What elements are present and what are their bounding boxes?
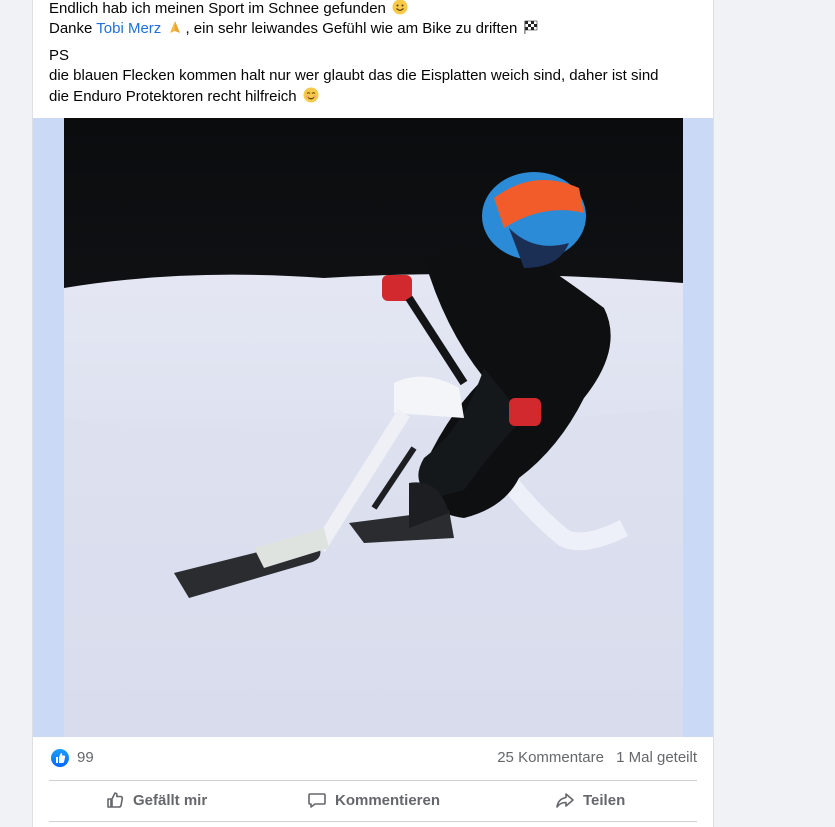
folded-hands-icon: [170, 21, 181, 33]
like-reaction-icon[interactable]: [51, 749, 69, 767]
post-card: Endlich hab ich meinen Sport im Schnee g…: [32, 0, 714, 827]
comment-button-label: Kommentieren: [335, 791, 441, 809]
post-photo[interactable]: [64, 118, 683, 737]
like-button-label: Gefällt mir: [133, 791, 208, 809]
like-count[interactable]: 99: [77, 749, 94, 766]
post-line-1: Endlich hab ich meinen Sport im Schnee g…: [49, 0, 410, 19]
post-line-3: PS: [49, 47, 70, 64]
share-icon: [556, 793, 574, 808]
post-media[interactable]: [33, 118, 713, 737]
comments-count[interactable]: 25 Kommentare: [497, 749, 604, 766]
post-line-5-text: die Enduro Protektoren recht hilfreich: [49, 88, 297, 105]
post-line-2: Danke Tobi Merz , ein sehr leiwandes Gef…: [49, 19, 541, 39]
comment-icon: [308, 793, 326, 808]
comment-button[interactable]: Kommentieren: [307, 781, 440, 819]
post-line-1-text: Endlich hab ich meinen Sport im Schnee g…: [49, 0, 386, 17]
blush-emoji-icon: [303, 87, 319, 103]
thumbs-up-icon: [56, 753, 66, 763]
post-line-4: die blauen Flecken kommen halt nur wer g…: [49, 67, 659, 84]
smile-emoji-icon: [392, 0, 408, 15]
engagement-counts: 25 Kommentare 1 Mal geteilt: [497, 749, 697, 766]
shares-count[interactable]: 1 Mal geteilt: [616, 749, 697, 766]
like-button[interactable]: Gefällt mir: [105, 781, 207, 819]
share-button[interactable]: Teilen: [555, 781, 625, 819]
post-actions: Gefällt mir Kommentieren Teilen: [49, 781, 697, 822]
mention-link[interactable]: Tobi Merz: [96, 20, 161, 37]
post-line-2-prefix: Danke: [49, 20, 93, 37]
checkered-flag-icon: [524, 20, 538, 34]
post-line-5: die Enduro Protektoren recht hilfreich: [49, 87, 321, 107]
share-button-label: Teilen: [583, 791, 626, 809]
reactions-bar: 99 25 Kommentare 1 Mal geteilt: [49, 737, 697, 781]
post-line-2-suffix: , ein sehr leiwandes Gefühl wie am Bike …: [185, 20, 518, 37]
thumbs-up-icon: [107, 792, 124, 808]
